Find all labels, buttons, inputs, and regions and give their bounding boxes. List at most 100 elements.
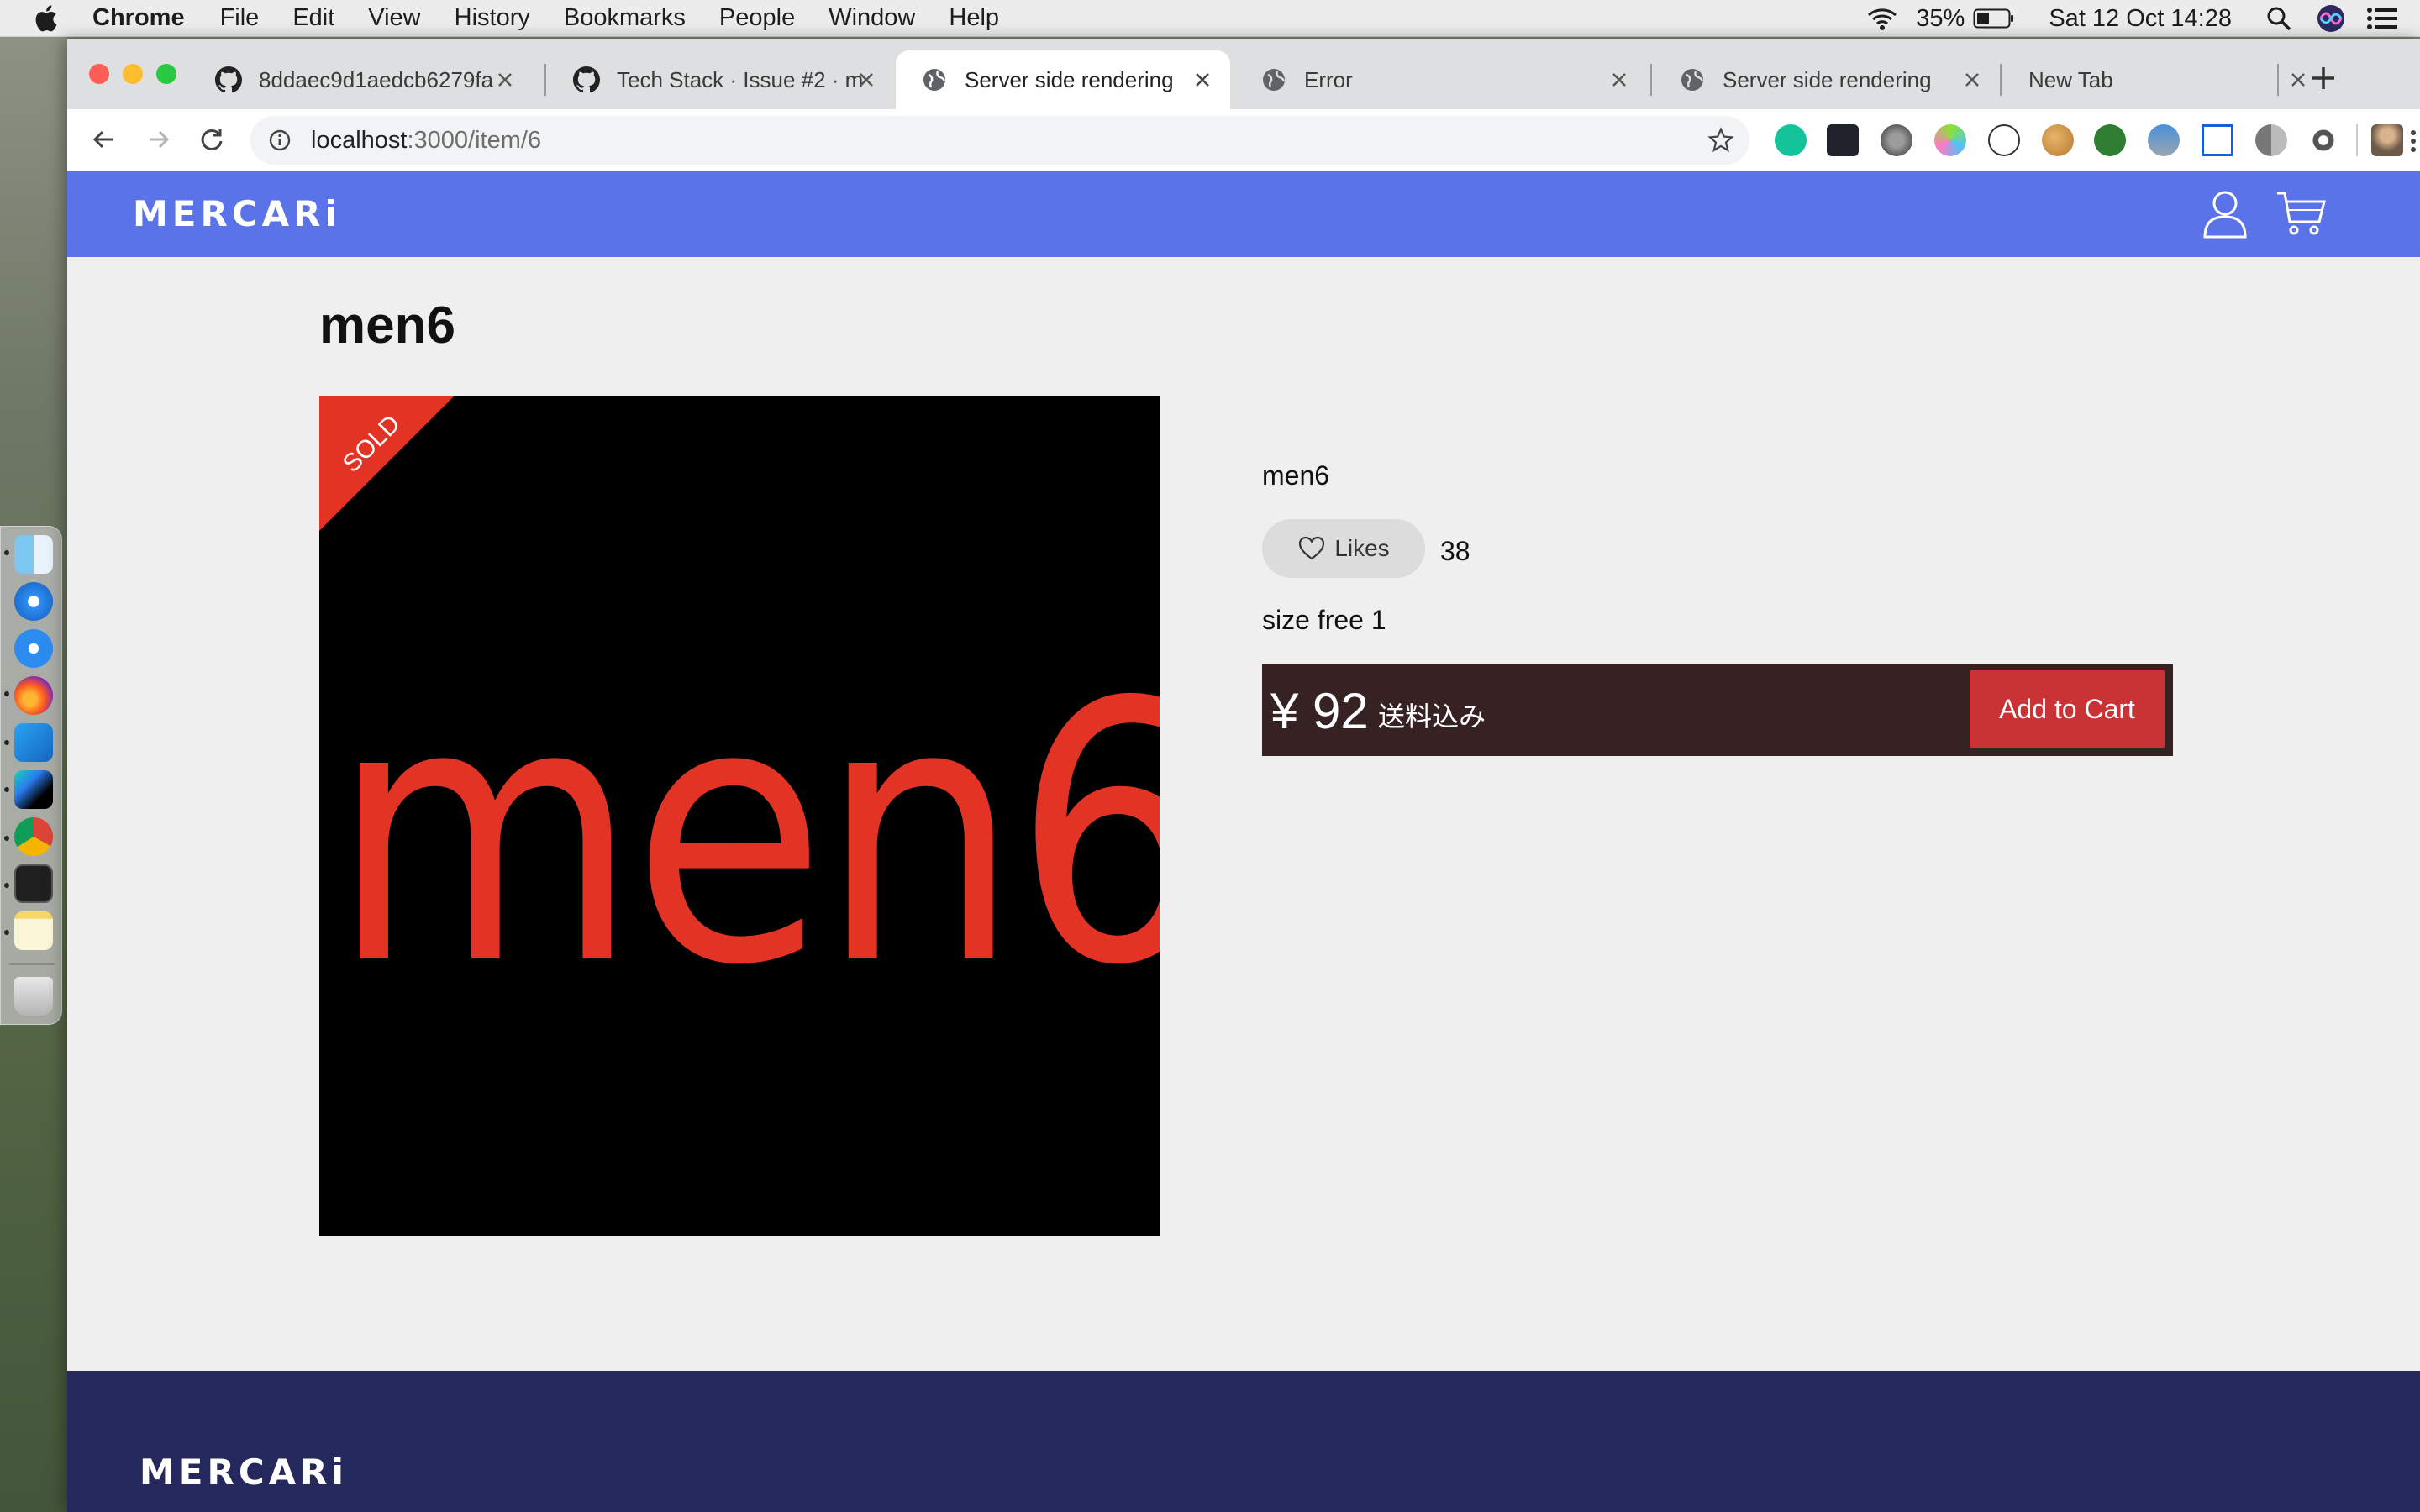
close-tab-icon[interactable] [1607,67,1632,92]
maximize-window-button[interactable] [156,64,176,84]
app-store-icon[interactable] [14,629,53,668]
settings-gear-extension-icon[interactable] [2307,124,2339,156]
notification-center-icon[interactable] [2366,6,2398,31]
tab-label: New Tab [2028,66,2113,92]
heart-icon [1299,536,1325,560]
globe-icon [1263,69,1286,91]
site-info-icon[interactable] [267,128,292,153]
dock-running-indicator [4,930,9,935]
item-size: size free 1 [1262,605,1386,635]
dock-running-indicator [4,883,9,888]
github-icon [573,66,600,93]
toolbar-divider [2356,124,2358,156]
globe-icon [923,69,946,91]
siri-icon[interactable] [2316,3,2346,34]
menu-view[interactable]: View [368,4,420,32]
webstorm-icon[interactable] [14,770,53,809]
apple-menu-icon[interactable] [30,2,64,35]
macos-menu-bar: Chrome File Edit View History Bookmarks … [0,0,2420,37]
sold-badge: SOLD [319,396,454,531]
user-account-icon[interactable] [2202,188,2249,239]
url-path: :3000/item/6 [407,126,542,154]
tab-separator [1650,64,1652,96]
cookie-extension-icon[interactable] [2042,124,2074,156]
tab-label: Tech Stack · Issue #2 · m [617,66,864,92]
extension-icon[interactable] [2148,124,2180,156]
new-tab-plus-icon[interactable] [2302,57,2344,99]
tab-separator [2277,64,2279,96]
mercari-logo[interactable]: MERCARi [133,193,341,234]
close-tab-icon[interactable] [854,67,879,92]
tab-github-issue[interactable]: Tech Stack · Issue #2 · m [548,50,894,109]
menu-edit[interactable]: Edit [292,4,334,32]
dock-divider [9,963,55,965]
github-icon [215,66,242,93]
likes-label: Likes [1334,535,1390,561]
tab-github-gist[interactable]: 8ddaec9d1aedcb6279fa [190,50,533,109]
close-tab-icon[interactable] [492,67,518,92]
forward-arrow-icon[interactable] [139,121,176,158]
dock-running-indicator [4,787,9,792]
extension-icon[interactable] [2094,124,2126,156]
tab-server-side-rendering-active[interactable]: Server side rendering [896,50,1230,109]
window-resizer-extension-icon[interactable] [2202,124,2233,156]
json-viewer-extension-icon[interactable] [1988,124,2020,156]
safari-icon[interactable] [14,582,53,621]
item-price: ¥ 92 [1270,683,1369,739]
bookmark-star-icon[interactable] [1707,127,1734,154]
more-options-icon[interactable] [2393,126,2420,156]
back-arrow-icon[interactable] [86,121,123,158]
spotlight-search-icon[interactable] [2265,5,2292,32]
url-text: localhost:3000/item/6 [311,127,541,155]
browser-toolbar: localhost:3000/item/6 [67,109,2420,171]
tab-server-side-rendering[interactable]: Server side rendering [1654,50,2000,109]
dock-running-indicator [4,691,9,696]
browser-window: 8ddaec9d1aedcb6279fa Tech Stack · Issue … [67,39,2420,1512]
reload-icon[interactable] [193,121,230,158]
extension-icon[interactable] [1881,124,1912,156]
globe-icon [1681,69,1704,91]
shipping-included-label: 送料込み [1378,701,1486,732]
trash-icon[interactable] [14,977,53,1016]
menu-help[interactable]: Help [949,4,999,32]
menu-history[interactable]: History [455,4,530,32]
terminal-icon[interactable] [14,864,53,903]
wifi-icon[interactable] [1865,5,1899,32]
menu-bookmarks[interactable]: Bookmarks [564,4,686,32]
close-window-button[interactable] [89,64,109,84]
menu-window[interactable]: Window [829,4,915,32]
close-tab-icon[interactable] [1190,67,1215,92]
item-title: men6 [319,297,455,354]
shopping-cart-icon[interactable] [2275,190,2328,237]
dock-running-indicator [4,836,9,841]
address-bar[interactable]: localhost:3000/item/6 [250,116,1749,165]
menu-file[interactable]: File [220,4,260,32]
battery-icon[interactable] [1973,8,2015,29]
footer-mercari-logo[interactable]: MERCARi [139,1452,348,1493]
react-devtools-extension-icon[interactable] [1827,124,1859,156]
item-image-text: men6 [331,627,1160,1043]
chrome-icon[interactable] [14,817,53,856]
grammarly-extension-icon[interactable] [1775,124,1807,156]
notes-icon[interactable] [14,911,53,950]
site-footer: MERCARi [67,1371,2420,1512]
firefox-icon[interactable] [14,676,53,715]
close-tab-icon[interactable] [1960,67,1985,92]
dock [0,526,62,1025]
menu-people[interactable]: People [719,4,795,32]
add-to-cart-button[interactable]: Add to Cart [1970,670,2165,748]
vscode-icon[interactable] [14,723,53,762]
tab-error[interactable]: Error [1235,50,1647,109]
minimize-window-button[interactable] [123,64,143,84]
tab-strip: 8ddaec9d1aedcb6279fa Tech Stack · Issue … [67,39,2420,109]
menu-app-name[interactable]: Chrome [92,4,185,32]
extension-icon[interactable] [2255,124,2287,156]
web-page: MERCARi men6 men6 SOLD men6 Likes 38 siz… [67,171,2420,1512]
clock[interactable]: Sat 12 Oct 14:28 [2049,5,2232,33]
item-image[interactable]: men6 SOLD [319,396,1160,1236]
finder-icon[interactable] [14,535,53,574]
item-name: men6 [1262,460,1330,491]
likes-count: 38 [1440,536,1470,566]
likes-button[interactable]: Likes [1262,519,1425,578]
extension-icon[interactable] [1934,124,1966,156]
